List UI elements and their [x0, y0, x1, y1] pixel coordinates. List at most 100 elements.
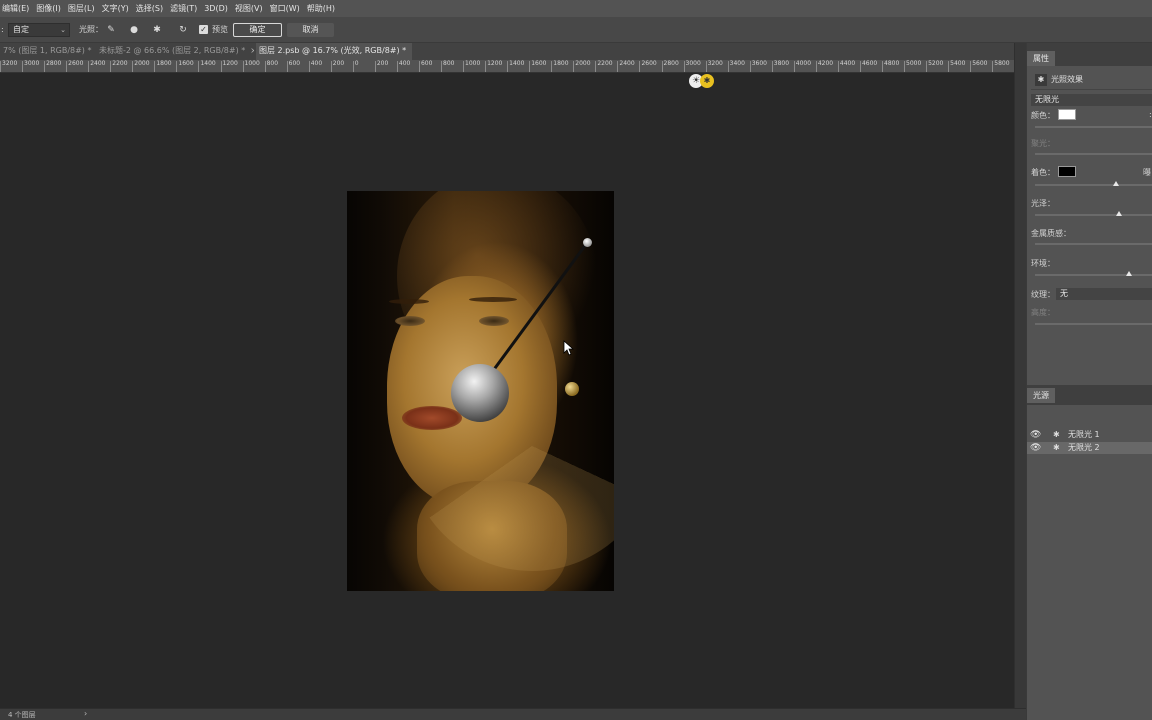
- menu-3d[interactable]: 3D(D): [204, 4, 228, 13]
- properties-title-label: 光照效果: [1051, 75, 1083, 84]
- eye-icon[interactable]: 👁: [1030, 442, 1041, 454]
- ruler-tick: 2000: [573, 61, 591, 72]
- color-slider-track: [1035, 126, 1152, 128]
- hotspot-label: 聚光：: [1031, 139, 1055, 148]
- ok-button[interactable]: 确定: [233, 23, 282, 37]
- tab-lights[interactable]: 光源: [1027, 388, 1055, 403]
- light-item[interactable]: 👁 ✱ 无限光 2: [1027, 442, 1152, 454]
- mouse-cursor-icon: [563, 340, 575, 356]
- spot-light-icon[interactable]: ✎: [104, 23, 118, 37]
- close-icon[interactable]: ×: [411, 46, 412, 55]
- lighting-effects-icon: ✱: [1035, 74, 1047, 86]
- options-bar: : 自定 ⌄ 光照： ✎ ● ✱ ↻ ✓ 预览 确定 取消: [0, 17, 1152, 43]
- menu-filter[interactable]: 滤镜(T): [170, 3, 197, 14]
- ruler-tick: 1400: [198, 61, 216, 72]
- preset-select[interactable]: 自定 ⌄: [8, 23, 70, 37]
- tab-document-1[interactable]: 7% (图层 1, RGB/8#) *×: [0, 43, 94, 60]
- light-widget[interactable]: ☀ ✱: [689, 74, 715, 88]
- light-bulb-icon[interactable]: ✱: [700, 74, 714, 88]
- ruler-tick: 3400: [727, 61, 745, 72]
- ruler-tick: 2600: [66, 61, 83, 72]
- ruler-tick: 800: [264, 61, 278, 72]
- tab-document-2[interactable]: 未标题-2 @ 66.6% (图层 2, RGB/8#) * ×: [96, 43, 254, 60]
- tab-label: 图层 2.psb @ 16.7% (光效, RGB/8#) *: [259, 46, 407, 55]
- menu-layer[interactable]: 图层(L): [68, 3, 95, 14]
- preview-label: 预览: [212, 25, 228, 34]
- status-bar: 4 个图层 ›: [0, 708, 1026, 720]
- light-item-name: 无限光 1: [1068, 430, 1100, 439]
- ruler-tick: 800: [441, 61, 454, 72]
- ruler-tick: 5800: [992, 61, 1010, 72]
- hotspot-slider[interactable]: [1035, 153, 1152, 155]
- tab-properties[interactable]: 属性: [1027, 51, 1055, 66]
- texture-select[interactable]: 无: [1056, 288, 1152, 300]
- ruler-tick: 2000: [132, 61, 150, 72]
- ruler-tick: 2800: [44, 61, 61, 72]
- options-separator: :: [1, 25, 4, 34]
- ruler-tick: 400: [308, 61, 322, 72]
- menu-type[interactable]: 文字(Y): [102, 3, 129, 14]
- vertical-scrollbar[interactable]: [1014, 43, 1026, 708]
- preview-checkbox[interactable]: ✓: [199, 25, 208, 34]
- menu-select[interactable]: 选择(S): [136, 3, 163, 14]
- ruler-tick: 5000: [904, 61, 921, 72]
- menu-window[interactable]: 窗口(W): [270, 3, 300, 14]
- infinite-light-icon[interactable]: ✱: [150, 23, 164, 37]
- ruler-tick: 4800: [882, 61, 899, 72]
- color-option-icon: :: [1149, 110, 1152, 119]
- close-icon[interactable]: ×: [250, 46, 254, 55]
- slider-knob[interactable]: [1115, 211, 1122, 216]
- eye-icon[interactable]: 👁: [1030, 429, 1041, 441]
- ruler-tick: 5600: [970, 61, 987, 72]
- chevron-right-icon[interactable]: ›: [84, 709, 87, 718]
- light-direction-handle[interactable]: [451, 364, 509, 422]
- tab-document-3[interactable]: 图层 2.psb @ 16.7% (光效, RGB/8#) * ×: [256, 43, 412, 60]
- cancel-button[interactable]: 取消: [287, 23, 334, 37]
- ruler-tick: 1400: [507, 61, 524, 72]
- colorize-label: 着色：: [1031, 168, 1055, 177]
- gloss-slider[interactable]: [1035, 211, 1152, 216]
- light-type-select[interactable]: 无限光: [1031, 94, 1152, 106]
- metallic-slider[interactable]: [1035, 243, 1152, 245]
- document-image[interactable]: [347, 191, 614, 591]
- slider-knob[interactable]: [1126, 271, 1133, 276]
- menu-image[interactable]: 图像(I): [36, 3, 61, 14]
- light-label: 光照：: [79, 25, 103, 34]
- point-light-icon[interactable]: ●: [127, 23, 141, 37]
- menu-help[interactable]: 帮助(H): [307, 3, 335, 14]
- ruler-tick: 3000: [22, 61, 39, 72]
- layers-count: 4 个图层: [8, 711, 36, 719]
- light-end-handle[interactable]: [583, 238, 592, 247]
- color-swatch[interactable]: [1058, 109, 1076, 120]
- slider-knob[interactable]: [1113, 181, 1120, 186]
- chevron-down-icon: ⌄: [60, 26, 66, 34]
- light-item[interactable]: 👁 ✱ 无限光 1: [1027, 429, 1152, 441]
- colorize-slider[interactable]: [1035, 181, 1152, 186]
- infinite-light-icon: ✱: [1053, 443, 1060, 452]
- ruler-tick: 3200: [705, 61, 723, 72]
- ruler-tick: 1600: [176, 61, 194, 72]
- ruler-tick: 1600: [529, 61, 546, 72]
- ruler-tick: 5200: [926, 61, 943, 72]
- reset-icon[interactable]: ↻: [176, 23, 190, 37]
- menu-edit[interactable]: 编辑(E): [2, 3, 29, 14]
- ruler-tick: 1000: [242, 61, 260, 72]
- divider: [1031, 89, 1152, 90]
- ambience-label: 环境：: [1031, 259, 1055, 268]
- colorize-swatch[interactable]: [1058, 166, 1076, 177]
- menu-view[interactable]: 视图(V): [235, 3, 263, 14]
- ruler-tick: 0: [352, 61, 359, 72]
- horizontal-ruler[interactable]: 3200 3000 2800 2600 2400 2200 2000 1800 1600 1400…: [0, 60, 1014, 73]
- canvas-area[interactable]: ☀ ✱: [0, 73, 1014, 708]
- ruler-tick: 1200: [220, 61, 238, 72]
- ruler-tick: 5400: [948, 61, 965, 72]
- color-label: 颜色：: [1031, 111, 1055, 120]
- exposure-label: 曝: [1143, 168, 1151, 177]
- menu-bar: 编辑(E) 图像(I) 图层(L) 文字(Y) 选择(S) 滤镜(T) 3D(D…: [0, 0, 1152, 17]
- metallic-label: 金属质感：: [1031, 229, 1071, 238]
- ruler-tick: 200: [330, 61, 344, 72]
- ruler-tick: 3600: [749, 61, 767, 72]
- height-slider[interactable]: [1035, 323, 1152, 325]
- ambience-slider[interactable]: [1035, 271, 1152, 276]
- ruler-tick: 1200: [485, 61, 502, 72]
